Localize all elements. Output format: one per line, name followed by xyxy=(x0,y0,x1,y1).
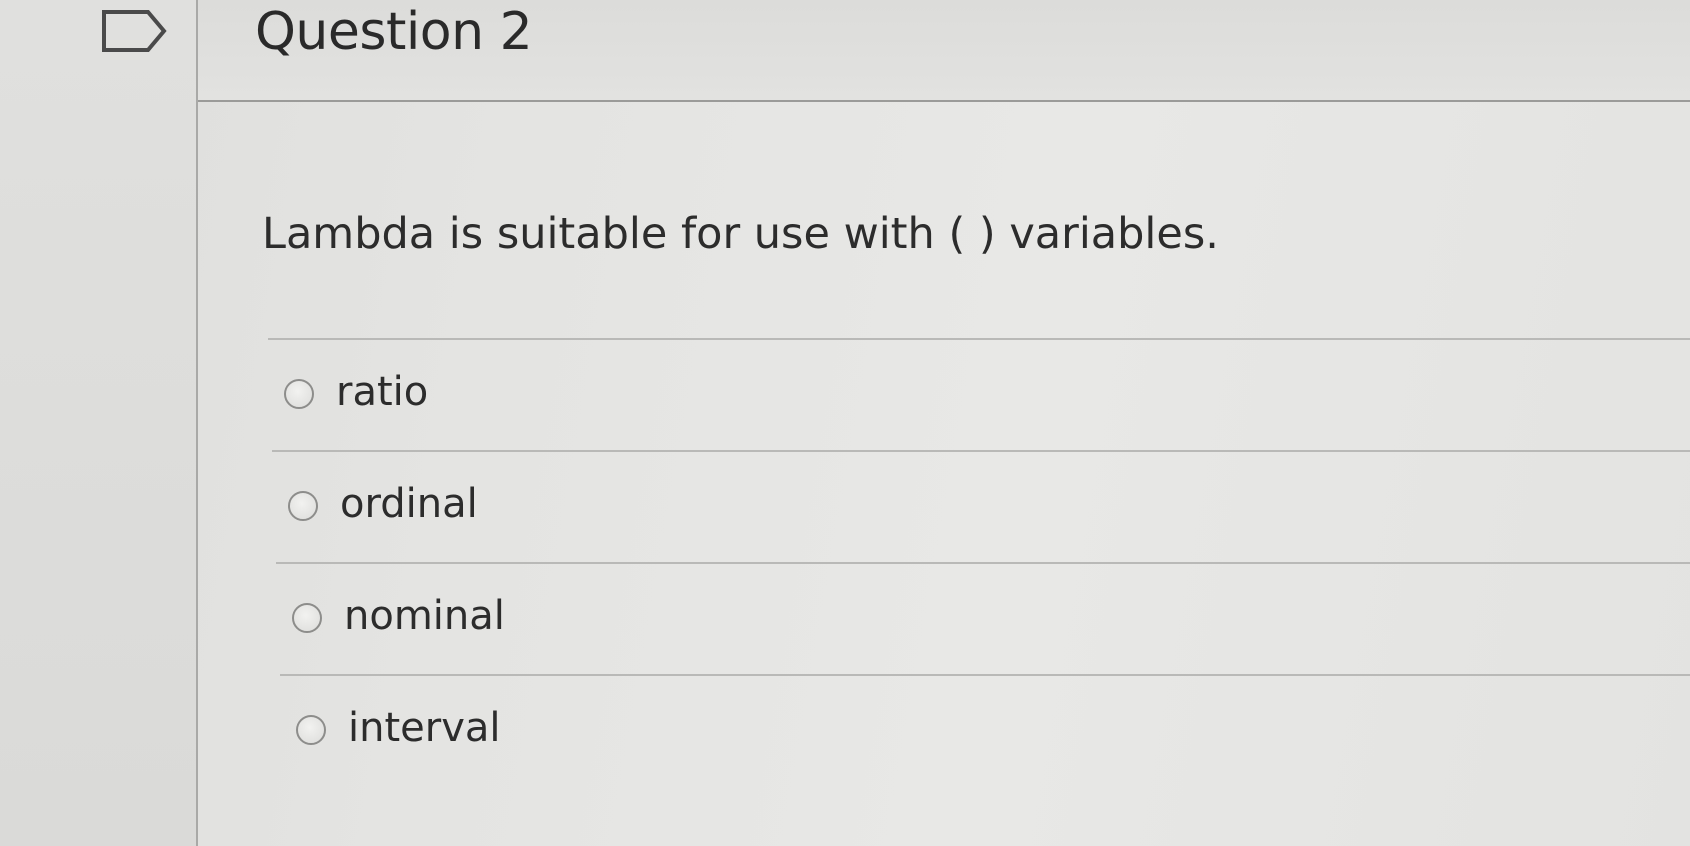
answer-label[interactable]: interval xyxy=(348,702,501,754)
question-sidebar xyxy=(0,0,198,846)
radio-button-ratio[interactable] xyxy=(284,379,314,409)
answer-option-nominal[interactable]: nominal xyxy=(276,562,1690,674)
answer-list: ratio ordinal nominal interval xyxy=(268,338,1690,786)
flag-icon[interactable] xyxy=(100,8,170,54)
answer-option-interval[interactable]: interval xyxy=(280,674,1690,786)
answer-option-ratio[interactable]: ratio xyxy=(268,338,1690,450)
answer-label[interactable]: ratio xyxy=(336,366,428,418)
radio-button-nominal[interactable] xyxy=(292,603,322,633)
answer-label[interactable]: nominal xyxy=(344,590,505,642)
radio-button-ordinal[interactable] xyxy=(288,491,318,521)
radio-button-interval[interactable] xyxy=(296,715,326,745)
question-body: Lambda is suitable for use with ( ) vari… xyxy=(198,102,1690,846)
question-header: Question 2 xyxy=(198,0,1690,102)
answer-label[interactable]: ordinal xyxy=(340,478,478,530)
question-text: Lambda is suitable for use with ( ) vari… xyxy=(262,209,1219,259)
question-title: Question 2 xyxy=(255,2,533,62)
answer-option-ordinal[interactable]: ordinal xyxy=(272,450,1690,562)
